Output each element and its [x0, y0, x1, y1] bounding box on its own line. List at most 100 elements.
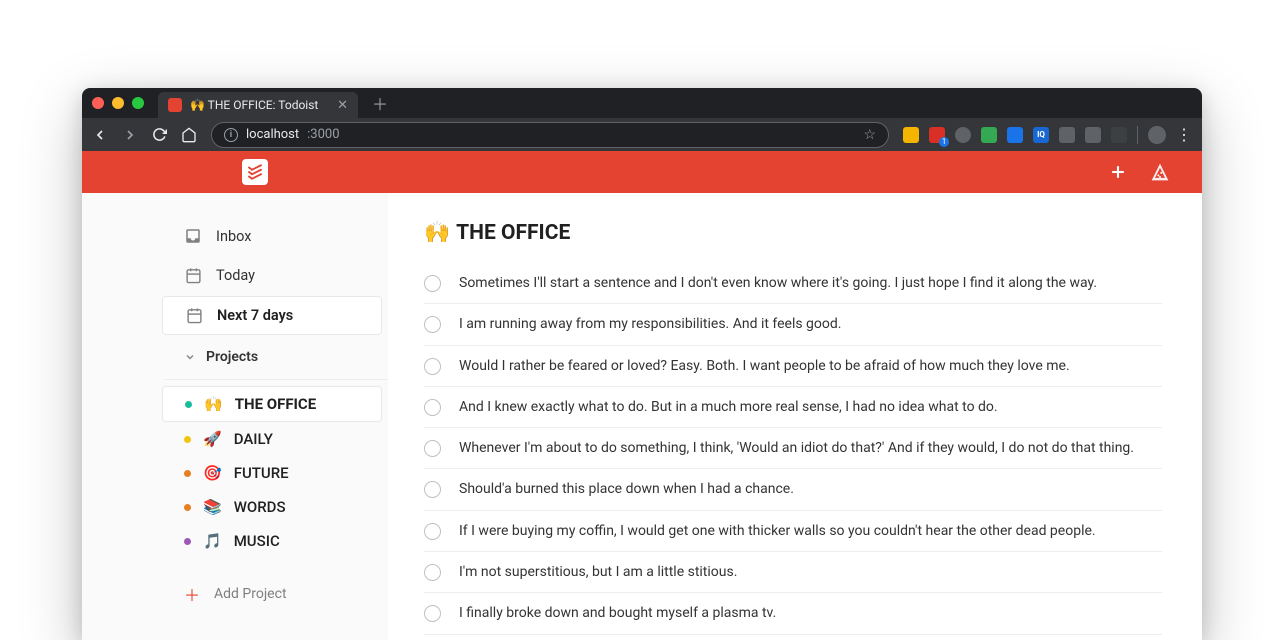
- chevron-down-icon: [184, 351, 196, 363]
- task-row[interactable]: Sometimes I'll start a sentence and I do…: [424, 263, 1162, 304]
- extension-icon[interactable]: [981, 127, 997, 143]
- app-body: Inbox Today Next 7 days Projects: [82, 193, 1202, 640]
- new-tab-button[interactable]: ＋: [372, 91, 388, 115]
- task-checkbox[interactable]: [424, 523, 441, 540]
- project-emoji: 🎵: [203, 532, 222, 550]
- inbox-icon: [184, 227, 202, 245]
- task-row[interactable]: And I knew exactly what to do. But in a …: [424, 387, 1162, 428]
- calendar-week-icon: [185, 307, 203, 324]
- project-name: WORDS: [234, 498, 286, 516]
- page-title: 🙌 THE OFFICE: [424, 221, 1162, 245]
- task-checkbox[interactable]: [424, 481, 441, 498]
- project-name: FUTURE: [234, 464, 289, 482]
- nav-forward-icon[interactable]: [122, 127, 138, 143]
- task-text: Should'a burned this place down when I h…: [459, 479, 794, 499]
- title-text: THE OFFICE: [456, 221, 570, 245]
- site-info-icon[interactable]: i: [224, 128, 238, 142]
- sidebar-item-next7days[interactable]: Next 7 days: [162, 296, 382, 335]
- sidebar-project-item[interactable]: 🎯 FUTURE: [162, 456, 382, 490]
- extension-icon[interactable]: IQ: [1033, 127, 1049, 143]
- main-content: 🙌 THE OFFICE Sometimes I'll start a sent…: [388, 193, 1202, 640]
- extension-icon[interactable]: [955, 127, 971, 143]
- url-path: :3000: [307, 127, 339, 142]
- task-checkbox[interactable]: [424, 440, 441, 457]
- extension-icon[interactable]: [1059, 127, 1075, 143]
- task-text: If I were buying my coffin, I would get …: [459, 521, 1096, 541]
- bookmark-star-icon[interactable]: ☆: [863, 127, 876, 143]
- project-name: THE OFFICE: [235, 395, 317, 413]
- sidebar-divider: [164, 379, 388, 380]
- task-checkbox[interactable]: [424, 316, 441, 333]
- sidebar-item-today[interactable]: Today: [162, 257, 382, 294]
- task-text: I finally broke down and bought myself a…: [459, 603, 776, 623]
- window-controls: [92, 97, 144, 109]
- plus-icon: ＋: [184, 582, 200, 606]
- project-color-dot: [184, 504, 191, 511]
- extension-icon[interactable]: [929, 127, 945, 143]
- sidebar-item-inbox[interactable]: Inbox: [162, 217, 382, 255]
- nav-back-icon[interactable]: [92, 127, 108, 143]
- sidebar-section-label: Projects: [206, 349, 258, 365]
- browser-nav-bar: i localhost:3000 ☆ IQ ⋮: [82, 118, 1202, 151]
- task-text: And I knew exactly what to do. But in a …: [459, 397, 998, 417]
- task-checkbox[interactable]: [424, 275, 441, 292]
- extension-icon[interactable]: [1111, 127, 1127, 143]
- task-row[interactable]: Would I rather be feared or loved? Easy.…: [424, 346, 1162, 387]
- url-bar[interactable]: i localhost:3000 ☆: [211, 122, 889, 148]
- task-checkbox[interactable]: [424, 399, 441, 416]
- toolbar-divider: [1137, 126, 1138, 144]
- profile-avatar[interactable]: [1148, 126, 1166, 144]
- task-row[interactable]: I'm not superstitious, but I am a little…: [424, 552, 1162, 593]
- tab-title: 🙌 THE OFFICE: Todoist: [190, 98, 318, 112]
- task-checkbox[interactable]: [424, 358, 441, 375]
- window-minimize-button[interactable]: [112, 97, 124, 109]
- add-project-label: Add Project: [214, 586, 287, 602]
- sidebar-item-label: Inbox: [216, 228, 251, 245]
- extension-icon[interactable]: [1085, 127, 1101, 143]
- task-text: I'm not superstitious, but I am a little…: [459, 562, 737, 582]
- window-maximize-button[interactable]: [132, 97, 144, 109]
- task-row[interactable]: I finally broke down and bought myself a…: [424, 593, 1162, 634]
- nav-reload-icon[interactable]: [152, 127, 167, 142]
- title-emoji: 🙌: [424, 221, 450, 245]
- task-checkbox[interactable]: [424, 605, 441, 622]
- tab-close-icon[interactable]: ✕: [337, 98, 348, 113]
- sidebar-project-item[interactable]: 🚀DAILY: [162, 422, 382, 456]
- tab-favicon: [168, 98, 182, 112]
- project-emoji: 🚀: [203, 430, 222, 448]
- sidebar-project-item[interactable]: 🙌 THE OFFICE: [162, 386, 382, 422]
- project-emoji: 📚: [203, 498, 222, 516]
- project-color-dot: [184, 538, 191, 545]
- project-color-dot: [185, 401, 192, 408]
- window-close-button[interactable]: [92, 97, 104, 109]
- sidebar-project-item[interactable]: 🎵 MUSIC: [162, 524, 382, 558]
- project-emoji: 🙌: [204, 395, 223, 413]
- project-color-dot: [184, 436, 191, 443]
- task-row[interactable]: Should'a burned this place down when I h…: [424, 469, 1162, 510]
- project-color-dot: [184, 470, 191, 477]
- sidebar-item-label: Today: [216, 267, 255, 284]
- nav-home-icon[interactable]: [181, 127, 197, 143]
- task-checkbox[interactable]: [424, 564, 441, 581]
- browser-menu-icon[interactable]: ⋮: [1176, 125, 1192, 144]
- extension-icon[interactable]: [903, 127, 919, 143]
- sidebar-projects-header[interactable]: Projects: [162, 337, 388, 373]
- project-emoji: 🎯: [203, 464, 222, 482]
- task-row[interactable]: If I were buying my coffin, I would get …: [424, 511, 1162, 552]
- browser-tab[interactable]: 🙌 THE OFFICE: Todoist ✕: [158, 92, 358, 118]
- add-task-icon[interactable]: [1108, 162, 1128, 182]
- task-text: Would I rather be feared or loved? Easy.…: [459, 356, 1070, 376]
- extension-icons: IQ ⋮: [903, 125, 1192, 144]
- app-logo[interactable]: [242, 159, 268, 185]
- task-text: I am running away from my responsibiliti…: [459, 314, 841, 334]
- extension-icon[interactable]: [1007, 127, 1023, 143]
- task-row[interactable]: Whenever I'm about to do something, I th…: [424, 428, 1162, 469]
- add-project-button[interactable]: ＋ Add Project: [162, 572, 382, 616]
- task-row[interactable]: I am running away from my responsibiliti…: [424, 304, 1162, 345]
- sidebar-project-item[interactable]: 📚 WORDS: [162, 490, 382, 524]
- app-header: [82, 151, 1202, 193]
- project-name: MUSIC: [234, 532, 280, 550]
- task-text: Whenever I'm about to do something, I th…: [459, 438, 1134, 458]
- pizza-icon[interactable]: [1150, 162, 1170, 182]
- calendar-today-icon: [184, 267, 202, 284]
